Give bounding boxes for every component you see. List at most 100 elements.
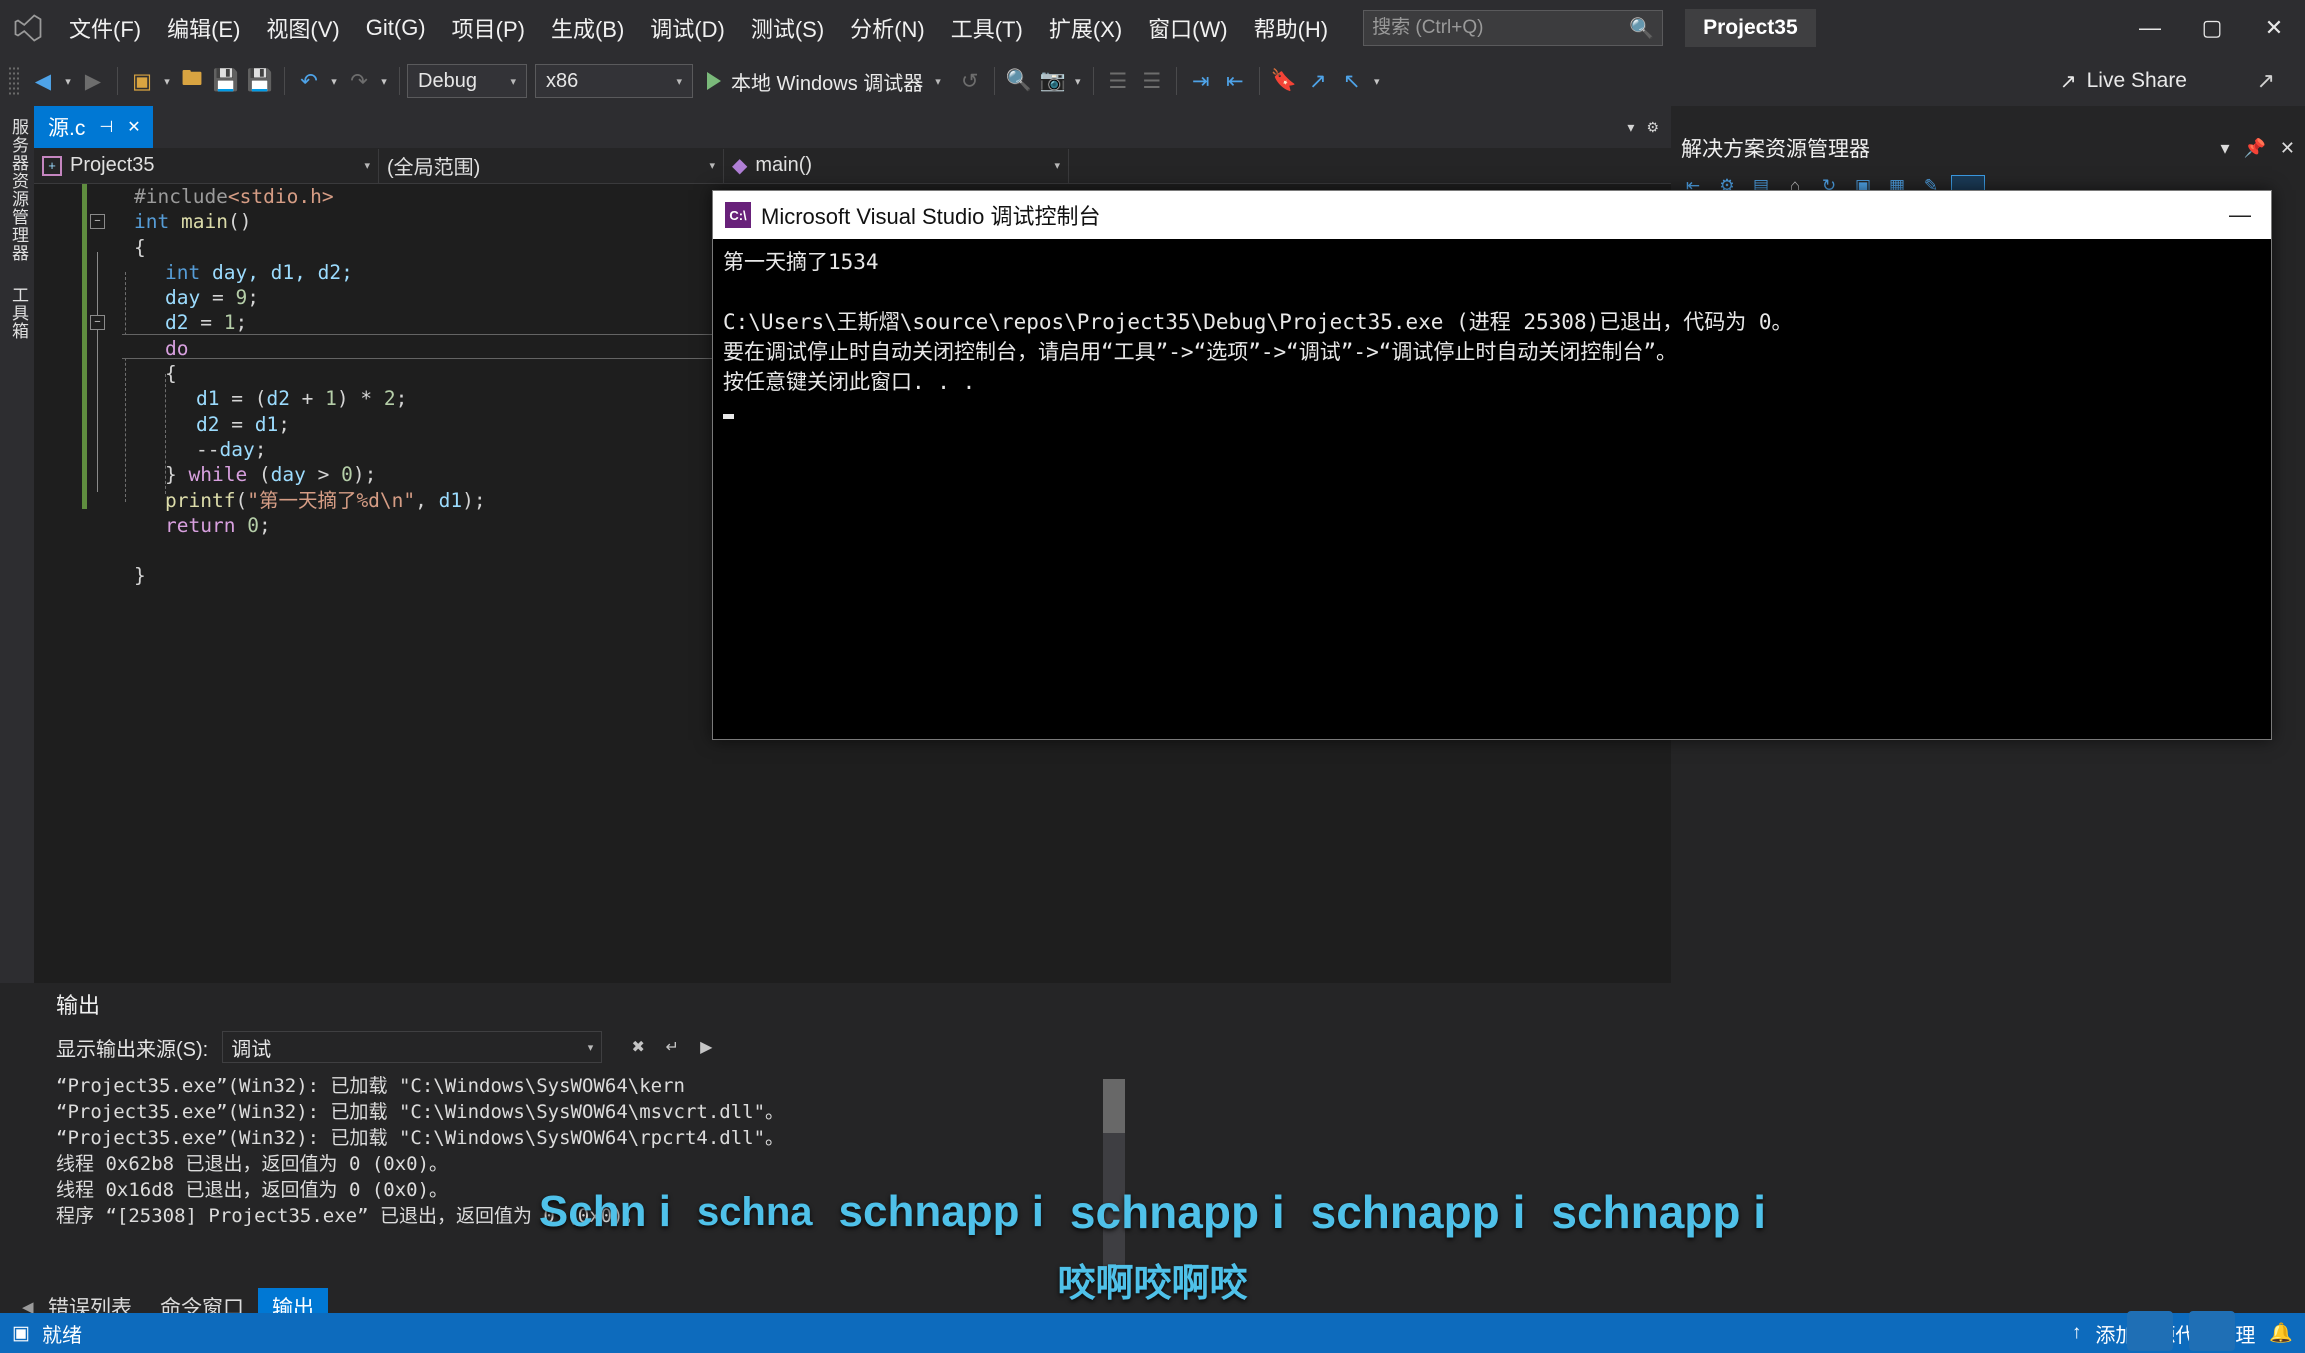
chevron-down-icon[interactable]: ▾	[2220, 138, 2229, 159]
code-token: );	[462, 489, 485, 512]
bookmark-icon[interactable]: 🔖	[1267, 61, 1301, 101]
gear-icon[interactable]: ⚙	[1646, 119, 1659, 136]
save-all-icon[interactable]: 💾	[243, 61, 277, 101]
nav-member-combo[interactable]: ◆ main() ▾	[724, 149, 1069, 183]
console-line: 第一天摘了1534	[723, 247, 2261, 277]
code-token: printf	[165, 489, 235, 512]
code-token: ) *	[337, 387, 384, 410]
navigate-back-caret-icon[interactable]: ▾	[60, 75, 76, 88]
goto-message-icon[interactable]: ▶	[692, 1033, 720, 1061]
toolbar-grip[interactable]	[8, 66, 20, 96]
comment-icon[interactable]: ☰	[1101, 61, 1135, 101]
screenshot-icon[interactable]: 📷	[1036, 61, 1070, 101]
start-debugging-button[interactable]: 本地 Windows 调试器 ▾	[701, 61, 947, 101]
debug-console-window[interactable]: C:\ Microsoft Visual Studio 调试控制台 — 第一天摘…	[712, 190, 2272, 740]
code-token	[235, 514, 247, 537]
code-token: d2	[266, 387, 289, 410]
clear-output-icon[interactable]: ✖	[624, 1033, 652, 1061]
code-token: day	[219, 438, 254, 461]
menu-item-2[interactable]: 视图(V)	[253, 0, 352, 56]
menu-items: 文件(F)编辑(E)视图(V)Git(G)项目(P)生成(B)调试(D)测试(S…	[56, 0, 1341, 56]
next-bookmark-icon[interactable]: ↗	[1301, 61, 1335, 101]
console-title-bar[interactable]: C:\ Microsoft Visual Studio 调试控制台 —	[713, 191, 2271, 239]
nav-scope-combo[interactable]: (全局范围) ▾	[379, 149, 724, 183]
prev-bookmark-icon[interactable]: ↖	[1335, 61, 1369, 101]
open-file-icon[interactable]: 🖿	[175, 61, 209, 101]
close-icon[interactable]: ✕	[127, 117, 140, 137]
tray-icon-1[interactable]	[2127, 1311, 2173, 1351]
menu-item-0[interactable]: 文件(F)	[56, 0, 154, 56]
menu-item-7[interactable]: 测试(S)	[738, 0, 837, 56]
nav-scope-label: (全局范围)	[387, 151, 480, 180]
code-token: );	[353, 463, 376, 486]
live-share-button[interactable]: ↗ Live Share	[2060, 56, 2187, 106]
chevron-down-icon[interactable]: ▾	[1627, 119, 1634, 136]
search-input[interactable]	[1372, 17, 1632, 39]
redo-icon[interactable]: ↷	[342, 61, 376, 101]
code-token: --	[196, 438, 219, 461]
bookmark-caret-icon[interactable]: ▾	[1369, 75, 1385, 88]
nav-project-combo[interactable]: + Project35 ▾	[34, 149, 379, 183]
minimize-button[interactable]: —	[2119, 0, 2181, 56]
menu-item-9[interactable]: 工具(T)	[938, 0, 1036, 56]
maximize-button[interactable]: ▢	[2181, 0, 2243, 56]
pin-icon[interactable]: ⊣	[99, 117, 113, 137]
menu-item-11[interactable]: 窗口(W)	[1135, 0, 1240, 56]
chevron-down-icon: ▾	[364, 159, 370, 172]
sidebar-item-toolbox[interactable]: 工具箱	[0, 274, 37, 352]
menu-item-4[interactable]: 项目(P)	[439, 0, 538, 56]
start-debugging-label: 本地 Windows 调试器	[731, 67, 923, 96]
search-all-icon[interactable]: 🔍	[1002, 61, 1036, 101]
menu-item-6[interactable]: 调试(D)	[637, 0, 738, 56]
chevron-down-icon: ▾	[588, 1041, 594, 1054]
start-debugging-caret-icon[interactable]: ▾	[935, 75, 941, 88]
screenshot-caret-icon[interactable]: ▾	[1070, 75, 1086, 88]
close-icon[interactable]: ✕	[2280, 138, 2295, 159]
menu-item-12[interactable]: 帮助(H)	[1241, 0, 1342, 56]
output-source-value: 调试	[231, 1033, 271, 1062]
output-scrollbar[interactable]	[1103, 1079, 1125, 1279]
redo-caret-icon[interactable]: ▾	[376, 75, 392, 88]
indent-icon[interactable]: ⇥	[1184, 61, 1218, 101]
project-chip[interactable]: Project35	[1685, 9, 1816, 47]
menu-item-3[interactable]: Git(G)	[353, 0, 439, 56]
undo-icon[interactable]: ↶	[292, 61, 326, 101]
menu-item-5[interactable]: 生成(B)	[538, 0, 637, 56]
uncomment-icon[interactable]: ☰	[1135, 61, 1169, 101]
up-arrow-icon: ↑	[2072, 1322, 2082, 1344]
menu-bar: 文件(F)编辑(E)视图(V)Git(G)项目(P)生成(B)调试(D)测试(S…	[0, 0, 2305, 56]
tray-icon-2[interactable]	[2189, 1311, 2235, 1351]
hot-reload-icon[interactable]: ↺	[953, 61, 987, 101]
outdent-icon[interactable]: ⇤	[1218, 61, 1252, 101]
close-button[interactable]: ✕	[2243, 0, 2305, 56]
new-project-icon[interactable]: ▣	[125, 61, 159, 101]
output-line: 线程 0x16d8 已退出，返回值为 0 (0x0)。	[56, 1177, 2305, 1203]
feedback-icon[interactable]: ↗	[2257, 56, 2275, 106]
output-scroll-thumb[interactable]	[1103, 1079, 1125, 1133]
notifications-icon[interactable]: 🔔	[2269, 1321, 2293, 1345]
tab-source-c[interactable]: 源.c ⊣ ✕	[34, 106, 153, 148]
menu-item-10[interactable]: 扩展(X)	[1036, 0, 1135, 56]
navigate-back-icon[interactable]: ◀	[26, 61, 60, 101]
solution-platform-combo[interactable]: x86 ▾	[535, 64, 693, 98]
sidebar-item-server-explorer[interactable]: 服务器资源管理器	[0, 106, 37, 274]
console-minimize-button[interactable]: —	[2209, 191, 2271, 239]
new-project-caret-icon[interactable]: ▾	[159, 75, 175, 88]
solution-configuration-combo[interactable]: Debug ▾	[407, 64, 527, 98]
chevron-down-icon-3: ▾	[1054, 159, 1060, 172]
code-token: ;	[247, 286, 259, 309]
pin-icon[interactable]: 📌	[2243, 138, 2265, 159]
output-source-combo[interactable]: 调试 ▾	[222, 1031, 602, 1063]
toggle-wordwrap-icon[interactable]: ↵	[658, 1033, 686, 1061]
menu-item-8[interactable]: 分析(N)	[837, 0, 938, 56]
navigate-forward-icon[interactable]: ▶	[76, 61, 110, 101]
save-icon[interactable]: 💾	[209, 61, 243, 101]
solution-explorer-header: 解决方案资源管理器 ▾ 📌 ✕	[1671, 128, 2305, 168]
menu-item-1[interactable]: 编辑(E)	[154, 0, 253, 56]
toolbar-separator-7	[1259, 67, 1260, 95]
output-line: “Project35.exe”(Win32): 已加载 "C:\Windows\…	[56, 1125, 2305, 1151]
console-title-label: Microsoft Visual Studio 调试控制台	[761, 199, 1100, 231]
undo-caret-icon[interactable]: ▾	[326, 75, 342, 88]
search-box[interactable]: 🔍	[1363, 10, 1663, 46]
code-token	[200, 261, 212, 284]
